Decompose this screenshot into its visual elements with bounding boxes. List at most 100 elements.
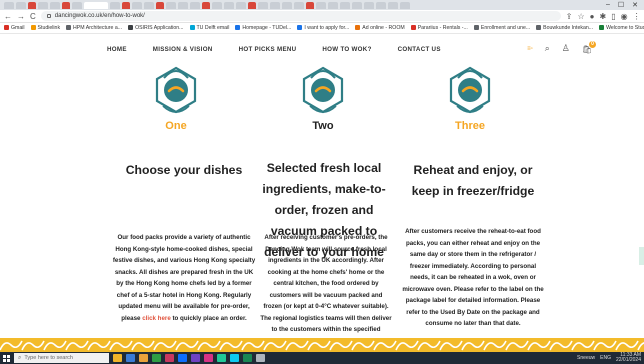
browser-tab[interactable] [166,1,176,9]
browser-tab[interactable] [132,1,142,9]
bookmark-item[interactable]: TU Delft email [189,25,229,31]
app-icon[interactable] [178,354,187,362]
wave-swirl [483,340,507,351]
start-button[interactable] [3,354,10,362]
nav-home[interactable]: HOME [107,46,127,53]
bookmark-item[interactable]: OSIRIS Application... [128,25,184,31]
bookmark-item[interactable]: Homepage - TUDel... [235,25,291,31]
browser-tab[interactable] [316,1,326,9]
browser-tab[interactable] [236,1,246,9]
browser-tab[interactable] [376,1,386,9]
extension-icon[interactable]: ● [590,12,595,21]
browser-tab[interactable] [328,1,338,9]
bookmark-item[interactable]: Enrollment and une... [473,25,530,31]
app-icon[interactable] [204,354,213,362]
browser-tab-active[interactable] [84,1,108,9]
browser-tab[interactable] [4,1,14,9]
menu-icon[interactable]: ⋮ [633,12,641,21]
taskbar-search-placeholder: Type here to search [24,355,73,361]
browser-tab[interactable] [202,1,210,9]
bookmark-item[interactable]: Welcome to Studen... [599,25,644,31]
browser-tab[interactable] [178,1,188,9]
browser-tab[interactable] [212,1,222,9]
wok-logo-icon [300,66,346,120]
taskbar-search[interactable]: ⌕ Type here to search [14,353,109,363]
nav-mission-vision[interactable]: MISSION & VISION [153,46,213,53]
bookmark-star-icon[interactable]: ☆ [577,12,584,21]
browser-tab[interactable] [248,1,256,9]
profile-icon[interactable]: ◉ [621,12,628,21]
browser-tab[interactable] [122,1,130,9]
browser-tab[interactable] [190,1,200,9]
step-two-label: Two [312,120,334,132]
search-icon[interactable]: ⌕ [545,43,550,54]
app-icon[interactable] [256,354,265,362]
back-button[interactable]: ← [4,12,12,21]
app-icon[interactable] [230,354,239,362]
browser-tab[interactable] [72,1,82,9]
browser-tab[interactable] [340,1,350,9]
bookmark-favicon-icon [30,25,36,30]
browser-tab[interactable] [224,1,234,9]
app-icon[interactable] [243,354,252,362]
browser-tab[interactable] [388,1,398,9]
nav-hot-picks-menu[interactable]: HOT PICKS MENU [239,46,297,53]
language-switcher-icon[interactable]: ≡▫ [527,46,533,52]
minimize-button[interactable]: – [606,1,610,9]
browser-tab[interactable] [38,1,48,9]
browser-tab[interactable] [270,1,280,9]
wave-swirl [461,340,485,351]
bookmark-item[interactable]: HPM Architecture a... [66,25,122,31]
app-icon[interactable] [165,354,174,362]
bookmark-item[interactable]: Ad online - ROOM [355,25,405,31]
step-one-header: One [106,66,246,132]
bookmark-item[interactable]: Studielink [30,25,60,31]
nav-how-to-wok[interactable]: HOW TO WOK? [322,46,371,53]
browser-tab[interactable] [400,1,410,9]
account-icon[interactable]: ♙ [562,43,570,54]
browser-tab[interactable] [28,1,36,9]
browser-tab[interactable] [258,1,268,9]
sidebar-icon[interactable]: ▯ [611,12,615,21]
bookmark-item[interactable]: I want to apply for... [297,25,349,31]
browser-tab[interactable] [306,1,314,9]
wave-swirl [351,340,375,351]
browser-tab[interactable] [110,1,120,9]
chrome-icon[interactable] [152,354,161,362]
bookmark-item[interactable]: Parariius - Rentals -... [410,25,468,31]
wave-swirl [615,340,639,351]
reload-button[interactable]: C [30,12,36,21]
step-one-label: One [165,120,187,132]
browser-tab[interactable] [62,1,70,9]
clock[interactable]: 11:33 AM 22/01/2024 [616,353,641,363]
browser-tab[interactable] [294,1,304,9]
file-explorer-icon[interactable] [139,354,148,362]
side-widget-icon[interactable] [639,247,644,265]
browser-tab[interactable] [282,1,292,9]
task-view-icon[interactable] [126,354,135,362]
windows-taskbar: ⌕ Type here to search Sneeuw ENG 11:33 A… [0,352,644,364]
language-indicator[interactable]: ENG [600,355,611,361]
browser-tab[interactable] [364,1,374,9]
weather-widget-icon[interactable] [113,354,122,362]
app-icon[interactable] [217,354,226,362]
browser-tab[interactable] [16,1,26,9]
nav-contact-us[interactable]: CONTACT US [398,46,441,53]
puzzle-icon[interactable]: ✱ [600,12,607,21]
click-here-link[interactable]: click here [142,315,171,322]
bookmark-item[interactable]: Bouwkunde Intekan... [536,25,593,31]
url-field[interactable]: dancingwok.co.uk/en/how-to-wok/ [40,11,561,21]
window-controls: – ☐ ✕ [606,1,644,9]
browser-tab[interactable] [156,1,164,9]
maximize-button[interactable]: ☐ [618,1,624,9]
bookmark-item[interactable]: Gmail [4,25,25,31]
browser-tab[interactable] [144,1,154,9]
bookmark-favicon-icon [189,25,195,30]
browser-tab[interactable] [352,1,362,9]
close-button[interactable]: ✕ [632,1,638,9]
browser-tab[interactable] [50,1,60,9]
share-icon[interactable]: ⇪ [566,12,573,21]
forward-button[interactable]: → [17,12,25,21]
cart-icon[interactable]: 🛍 0 [582,40,596,54]
app-icon[interactable] [191,354,200,362]
